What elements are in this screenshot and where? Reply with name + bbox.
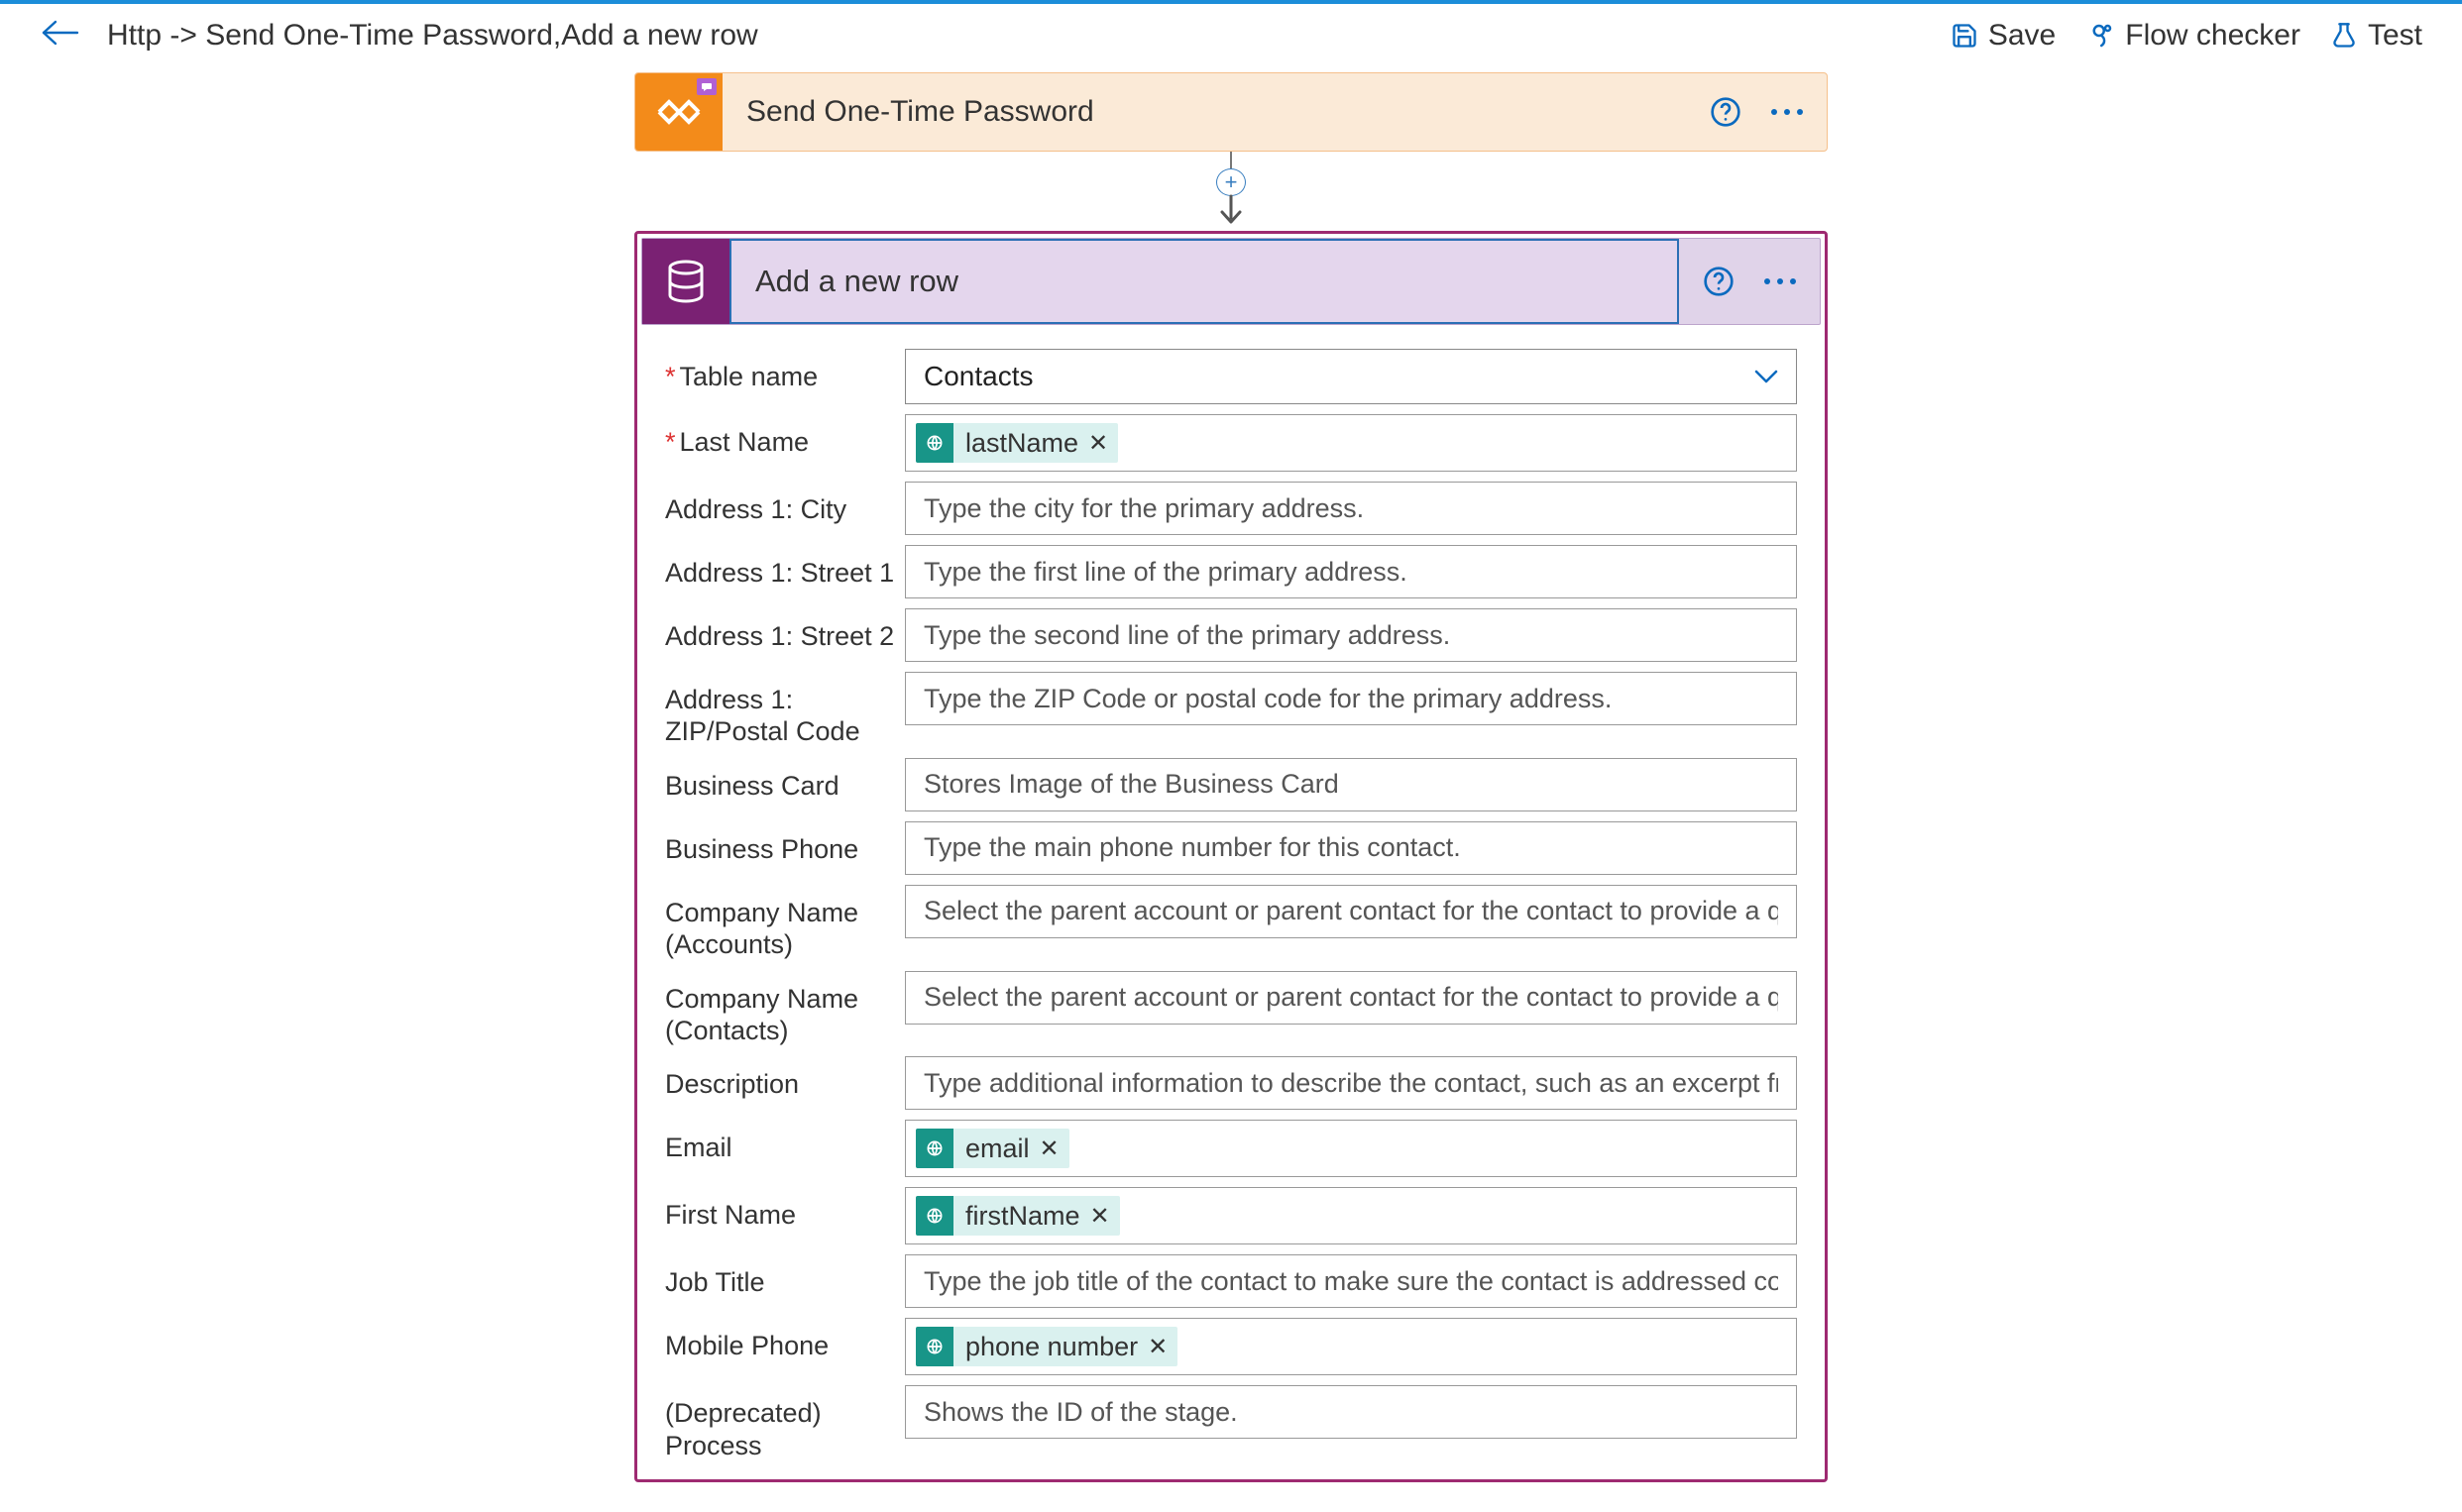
street1-label: Address 1: Street 1 [665,545,905,589]
command-bar: Http -> Send One-Time Password,Add a new… [0,0,2462,66]
token-remove[interactable]: ✕ [1040,1134,1060,1163]
more-menu[interactable] [1764,278,1796,284]
test-button[interactable]: Test [2330,19,2422,53]
comment-badge-icon [697,78,717,95]
flow-title: Http -> Send One-Time Password,Add a new… [107,19,758,53]
company-accounts-label: Company Name (Accounts) [665,885,905,961]
bizphone-input[interactable] [905,821,1797,875]
table-name-select[interactable]: Contacts [905,349,1797,404]
token-label: lastName [965,428,1078,459]
jobtitle-label: Job Title [665,1254,905,1298]
bizcard-label: Business Card [665,758,905,802]
process-label: (Deprecated) Process [665,1385,905,1461]
jobtitle-input[interactable] [905,1254,1797,1308]
zip-label: Address 1: ZIP/Postal Code [665,672,905,748]
firstname-label: First Name [665,1187,905,1231]
dynamic-content-icon [916,1129,953,1168]
dynamic-content-icon [916,1327,953,1366]
connector: + [634,152,1828,231]
last-name-label: Last Name [680,427,810,457]
test-button-label: Test [2368,19,2422,53]
flow-canvas: Send One-Time Password + Add a new r [0,66,2462,1512]
dataverse-icon [642,239,729,324]
company-accounts-input[interactable] [905,885,1797,938]
token-remove[interactable]: ✕ [1148,1333,1168,1361]
add-step-button[interactable]: + [1216,168,1246,196]
company-contacts-label: Company Name (Contacts) [665,971,905,1047]
arrow-down-icon [1216,196,1246,231]
email-label: Email [665,1120,905,1163]
step-title-current[interactable]: Add a new row [729,239,1679,324]
street2-label: Address 1: Street 2 [665,608,905,652]
token-email[interactable]: email ✕ [916,1129,1069,1168]
token-remove[interactable]: ✕ [1090,1202,1110,1231]
save-button[interactable]: Save [1951,19,2056,53]
step-title: Send One-Time Password [723,95,1710,129]
twilio-icon [635,72,723,152]
flow-checker-label: Flow checker [2125,19,2300,53]
step-send-otp[interactable]: Send One-Time Password [634,72,1828,152]
company-contacts-input[interactable] [905,971,1797,1025]
mobile-label: Mobile Phone [665,1318,905,1361]
description-label: Description [665,1056,905,1100]
street2-input[interactable] [905,608,1797,662]
more-menu[interactable] [1771,109,1803,115]
help-icon[interactable] [1703,266,1735,297]
table-name-label: Table name [680,362,819,391]
token-label: phone number [965,1332,1138,1362]
dynamic-content-icon [916,423,953,463]
flow-checker-button[interactable]: Flow checker [2085,19,2300,53]
last-name-input[interactable]: lastName ✕ [905,414,1797,472]
token-label: email [965,1134,1030,1164]
token-firstname[interactable]: firstName ✕ [916,1196,1120,1236]
bizcard-input[interactable] [905,758,1797,811]
mobile-input[interactable]: phone number ✕ [905,1318,1797,1375]
city-label: Address 1: City [665,482,905,525]
back-button[interactable] [40,18,79,53]
dynamic-content-icon [916,1196,953,1236]
token-label: firstName [965,1201,1080,1232]
email-input[interactable]: email ✕ [905,1120,1797,1177]
city-input[interactable] [905,482,1797,535]
bizphone-label: Business Phone [665,821,905,865]
firstname-input[interactable]: firstName ✕ [905,1187,1797,1244]
token-remove[interactable]: ✕ [1088,429,1108,458]
description-input[interactable] [905,1056,1797,1110]
street1-input[interactable] [905,545,1797,598]
step-add-row: Add a new row *Table name Contacts [634,231,1828,1482]
token-phone[interactable]: phone number ✕ [916,1327,1177,1366]
save-button-label: Save [1988,19,2056,53]
help-icon[interactable] [1710,96,1741,128]
token-lastname[interactable]: lastName ✕ [916,423,1118,463]
zip-input[interactable] [905,672,1797,725]
process-input[interactable] [905,1385,1797,1439]
